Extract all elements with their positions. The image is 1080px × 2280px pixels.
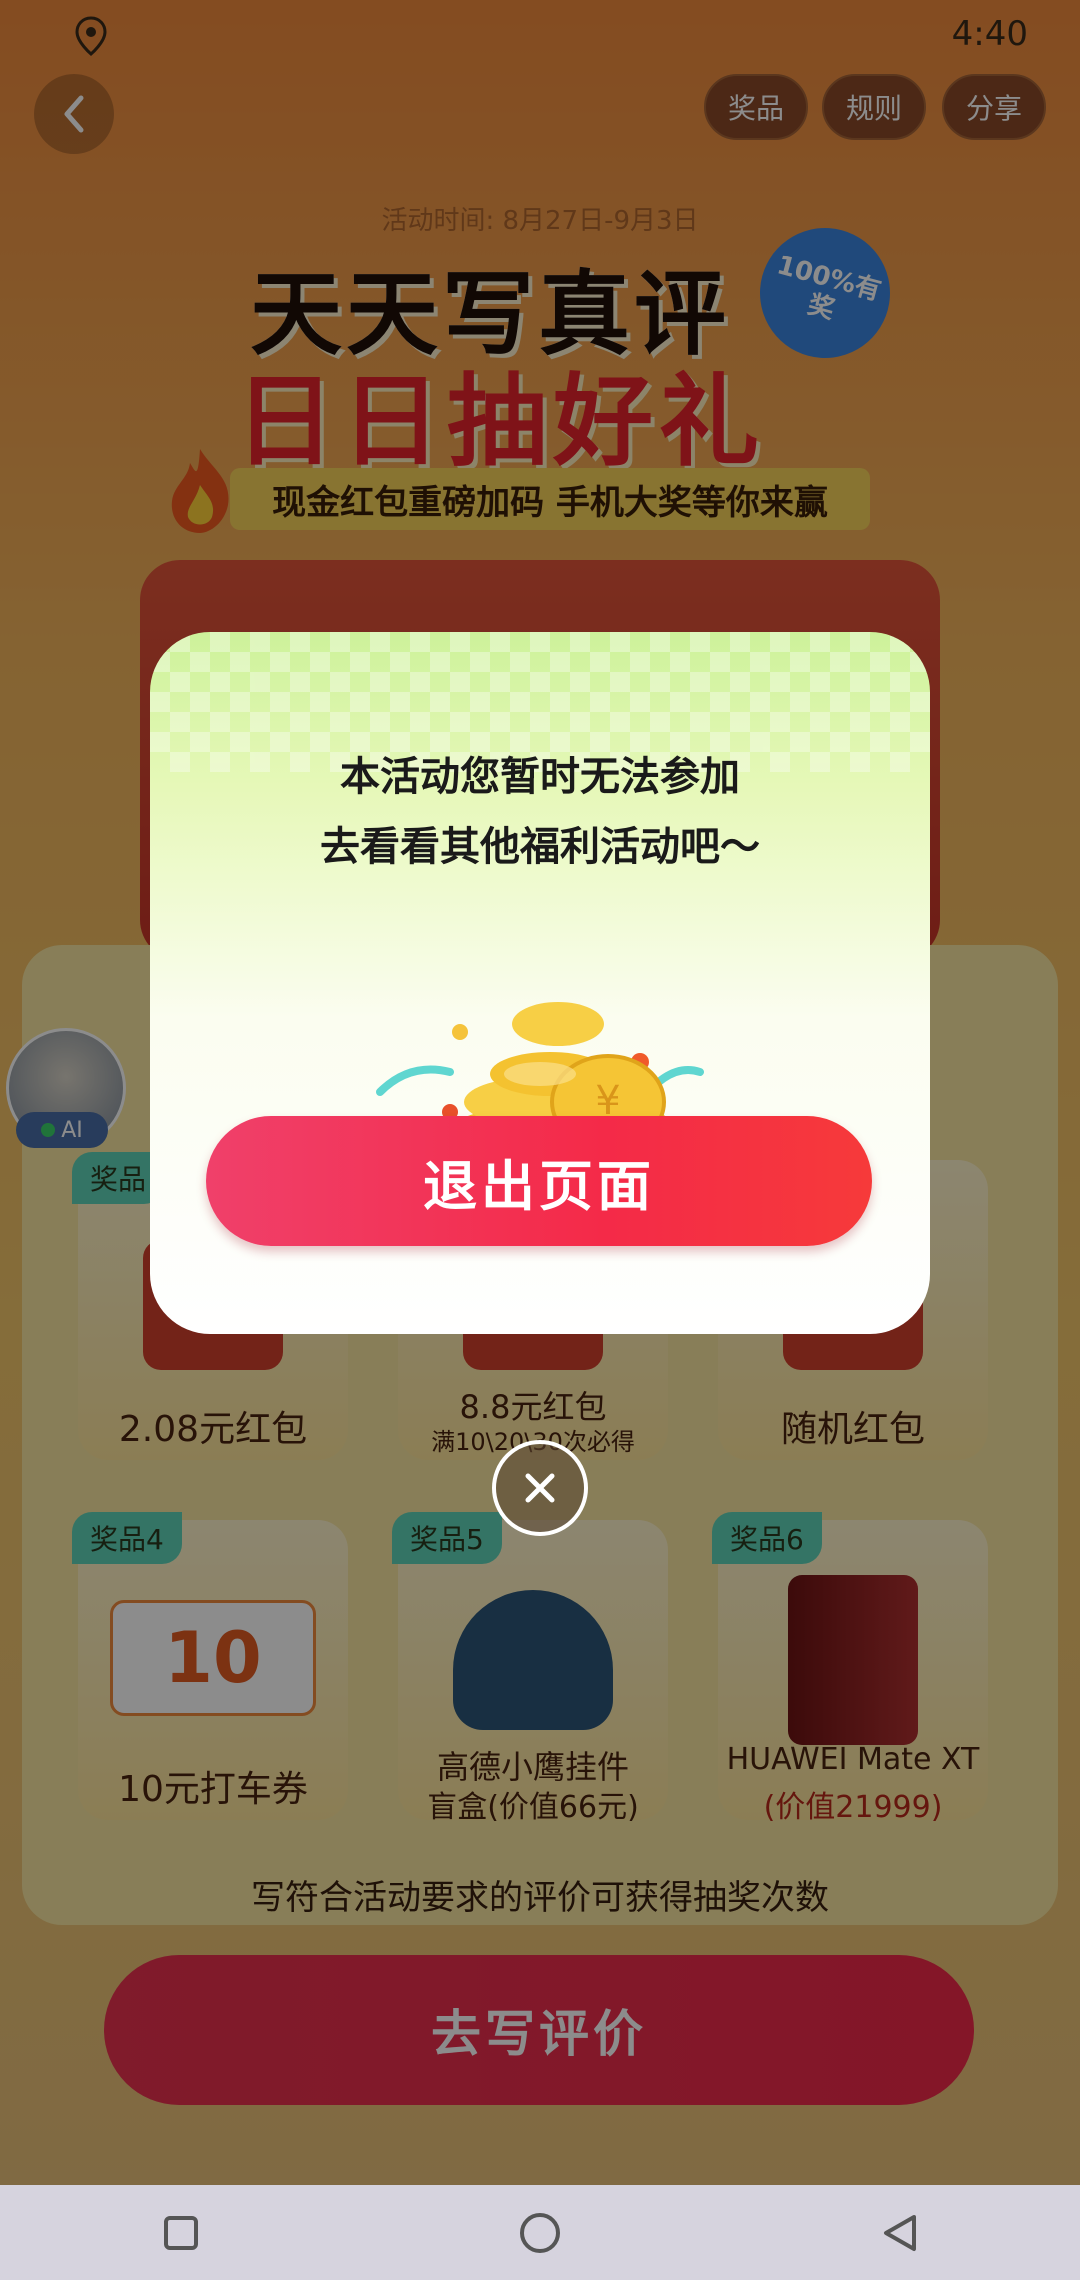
circle-icon: [520, 2213, 560, 2253]
dialog-message-line1: 本活动您暂时无法参加: [340, 754, 740, 800]
close-dialog-button[interactable]: [492, 1440, 588, 1536]
ineligible-dialog: 本活动您暂时无法参加 去看看其他福利活动吧～ ¥ 退出页面: [150, 632, 930, 1334]
dialog-message-line2: 去看看其他福利活动吧～: [320, 824, 760, 870]
system-nav-bar: [0, 2185, 1080, 2280]
recent-apps-button[interactable]: [157, 2209, 205, 2257]
back-nav-button[interactable]: [876, 2209, 924, 2257]
home-button[interactable]: [516, 2209, 564, 2257]
triangle-back-icon: [884, 2215, 916, 2251]
close-icon: [525, 1473, 555, 1503]
exit-page-button[interactable]: 退出页面: [206, 1116, 872, 1246]
square-icon: [164, 2216, 198, 2250]
